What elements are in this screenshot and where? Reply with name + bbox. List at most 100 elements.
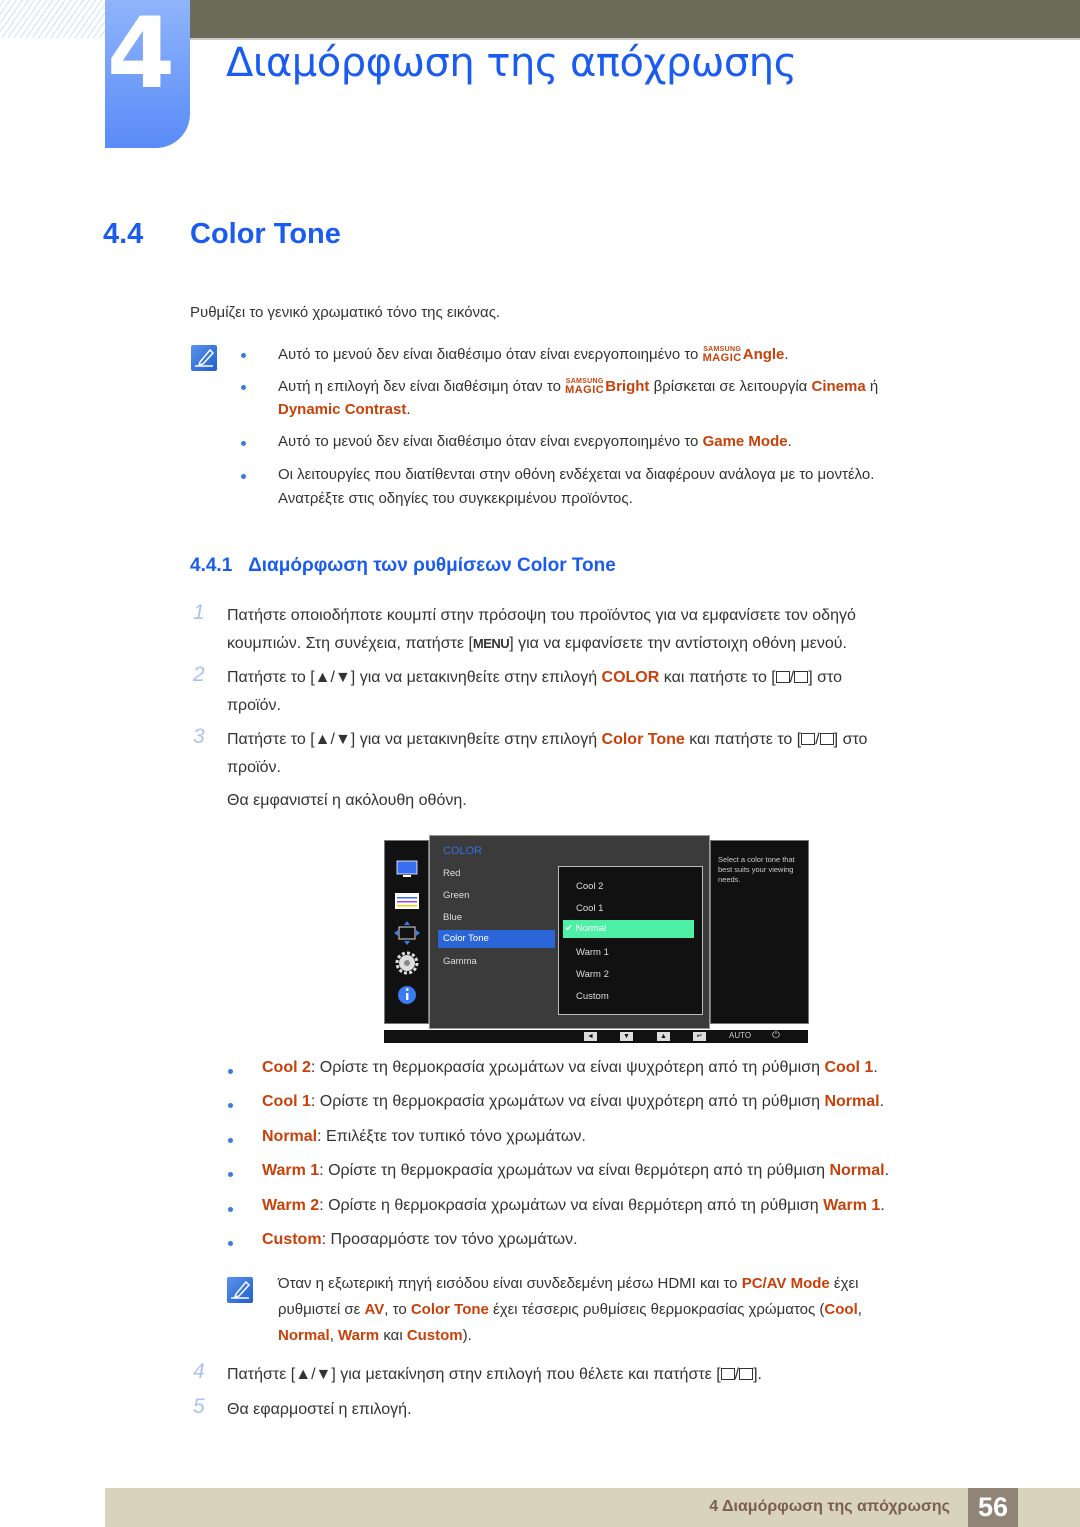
- bullet: [241, 385, 246, 390]
- step-number: 4: [193, 1360, 205, 1383]
- osd-option[interactable]: Warm 2: [576, 969, 609, 980]
- step-5: Θα εφαρμοστεί η επιλογή.: [227, 1401, 412, 1418]
- info-icon: [398, 986, 416, 1004]
- hdmi-note-line3: Normal, Warm και Custom).: [278, 1325, 472, 1347]
- note-2: Αυτή η επιλογή δεν είναι διαθέσιμη όταν …: [278, 376, 878, 398]
- note-text: ,: [857, 1301, 862, 1318]
- source-button-icon: [720, 1368, 735, 1380]
- note-text: και: [379, 1327, 407, 1344]
- osd-menu-item[interactable]: Blue: [443, 912, 462, 923]
- bullet: [241, 441, 246, 446]
- highlight: Warm: [338, 1327, 380, 1344]
- step-text: ] για να εμφανίσετε την αντίστοιχη οθόνη…: [509, 635, 847, 652]
- highlight: Custom: [262, 1231, 322, 1248]
- description-text: .: [879, 1093, 885, 1110]
- osd-option[interactable]: Cool 2: [576, 881, 603, 892]
- osd-key-guide: ◄ ▼ ▲ ↵ AUTO ⏻: [384, 1030, 808, 1043]
- osd-menu-item[interactable]: Green: [443, 890, 469, 901]
- settings-gear-icon: [395, 951, 419, 975]
- note-text: .: [406, 401, 411, 418]
- osd-option[interactable]: Warm 1: [576, 947, 609, 958]
- note-text: Αυτό το μενού δεν είναι διαθέσιμο όταν ε…: [278, 433, 703, 450]
- osd-screenshot: COLOR Red Green Blue Color Tone Gamma Co…: [384, 835, 809, 1045]
- option-description: Warm 1: Ορίστε τη θερμοκρασία χρωμάτων ν…: [262, 1160, 889, 1182]
- section-intro: Ρυθμίζει το γενικό χρωματικό τόνο της ει…: [190, 304, 501, 321]
- enter-button-icon: [739, 1368, 754, 1380]
- osd-options-panel: Cool 2 Cool 1 ✔ Normal Warm 1 Warm 2 Cus…: [558, 866, 703, 1015]
- step-4: Πατήστε [▲/▼] για μετακίνηση στην επιλογ…: [227, 1366, 762, 1383]
- description-text: : Ορίστε η θερμοκρασία χρωμάτων να είναι…: [319, 1197, 824, 1214]
- header-bar: [190, 0, 1080, 38]
- subsection-heading: 4.4.1 Διαμόρφωση των ρυθμίσεων Color Ton…: [190, 555, 616, 577]
- highlight: COLOR: [601, 669, 660, 686]
- subsection-number: 4.4.1: [190, 555, 233, 576]
- samsung-magic-logo: SAMSUNG MAGIC: [565, 378, 604, 396]
- power-icon[interactable]: ⏻: [772, 1030, 780, 1041]
- enter-key-icon[interactable]: ↵: [693, 1032, 706, 1041]
- subsection-title: Διαμόρφωση των ρυθμίσεων Color Tone: [248, 555, 616, 576]
- check-icon: ✔: [565, 923, 573, 934]
- monitor-icon: [396, 860, 418, 877]
- note-text: έχει τέσσερις ρυθμίσεις θερμοκρασίας χρώ…: [488, 1301, 825, 1318]
- note-text: έχει: [829, 1275, 859, 1292]
- note-text: Αυτό το μενού δεν είναι διαθέσιμο όταν ε…: [278, 346, 703, 363]
- enter-button-icon: [819, 733, 834, 745]
- step-number: 5: [193, 1395, 205, 1418]
- step-text: Πατήστε το [▲/▼] για να μετακινηθείτε στ…: [227, 731, 602, 748]
- osd-option-selected[interactable]: ✔ Normal: [563, 920, 694, 938]
- note-1: Αυτό το μενού δεν είναι διαθέσιμο όταν ε…: [278, 344, 789, 366]
- description-text: .: [873, 1059, 878, 1076]
- highlight: Color Tone: [601, 731, 685, 748]
- left-key-icon[interactable]: ◄: [584, 1032, 597, 1041]
- highlight: AV: [364, 1301, 385, 1318]
- step-2-line2: προϊόν.: [227, 697, 281, 714]
- osd-menu-item[interactable]: Gamma: [443, 956, 477, 967]
- step-text: και πατήστε το [: [659, 669, 776, 686]
- osd-option-label: Normal: [575, 923, 607, 934]
- note-text: .: [784, 346, 789, 363]
- bullet: [228, 1241, 233, 1246]
- bullet: [241, 474, 246, 479]
- step-number: 2: [193, 663, 205, 686]
- page-number: 56: [968, 1488, 1018, 1527]
- osd-menu-panel: COLOR Red Green Blue Color Tone Gamma Co…: [429, 835, 710, 1029]
- note-pencil-icon: [191, 345, 217, 371]
- step-text: ].: [753, 1366, 762, 1383]
- bullet: [228, 1172, 233, 1177]
- note-text: Όταν η εξωτερική πηγή εισόδου είναι συνδ…: [278, 1275, 742, 1292]
- auto-key[interactable]: AUTO: [729, 1031, 751, 1040]
- step-text: κουμπιών. Στη συνέχεια, πατήστε [: [227, 635, 473, 652]
- down-key-icon[interactable]: ▼: [620, 1032, 633, 1041]
- note-text: Αυτή η επιλογή δεν είναι διαθέσιμη όταν …: [278, 378, 566, 395]
- highlight: Custom: [406, 1327, 463, 1344]
- osd-menu-item-selected[interactable]: Color Tone: [438, 930, 555, 948]
- section-number: 4.4: [103, 218, 144, 250]
- highlight: Cinema: [811, 378, 866, 395]
- highlight: PC/AV Mode: [741, 1275, 830, 1292]
- color-bars-icon: [395, 893, 419, 909]
- note-text: ).: [462, 1327, 472, 1344]
- description-text: .: [884, 1162, 890, 1179]
- chapter-number: 4: [106, 0, 176, 111]
- highlight: Cool 1: [824, 1059, 874, 1076]
- menu-key-label: MENU: [472, 636, 510, 651]
- osd-option[interactable]: Custom: [576, 991, 609, 1002]
- highlight: Normal: [262, 1128, 318, 1145]
- highlight: Cool: [824, 1301, 858, 1318]
- hdmi-note-line1: Όταν η εξωτερική πηγή εισόδου είναι συνδ…: [278, 1273, 859, 1295]
- osd-option[interactable]: Cool 1: [576, 903, 603, 914]
- option-description: Cool 2: Ορίστε τη θερμοκρασία χρωμάτων ν…: [262, 1057, 878, 1079]
- step-text: και πατήστε το [: [684, 731, 802, 748]
- step-3-after: Θα εμφανιστεί η ακόλουθη οθόνη.: [227, 792, 467, 809]
- note-4-line1: Οι λειτουργίες που διατίθενται στην οθόν…: [278, 466, 875, 483]
- highlight: Dynamic Contrast: [278, 401, 407, 418]
- header-hatch-decoration: [0, 0, 105, 38]
- step-number: 1: [193, 601, 205, 624]
- highlight: Normal: [824, 1093, 880, 1110]
- highlight: Warm 2: [262, 1197, 320, 1214]
- osd-menu-item[interactable]: Red: [443, 868, 460, 879]
- up-key-icon[interactable]: ▲: [657, 1032, 670, 1041]
- bullet: [228, 1103, 233, 1108]
- osd-help-panel: Select a color tone that best suits your…: [710, 840, 809, 1024]
- option-description: Cool 1: Ορίστε τη θερμοκρασία χρωμάτων ν…: [262, 1091, 884, 1113]
